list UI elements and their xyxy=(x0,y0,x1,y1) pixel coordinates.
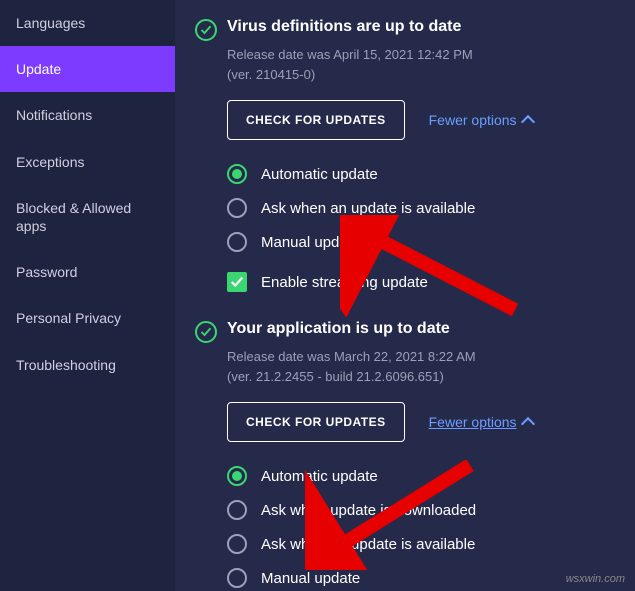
radio-label: Automatic update xyxy=(261,166,378,183)
virus-radio-list: Automatic update Ask when an update is a… xyxy=(227,164,611,252)
virus-section-header: Virus definitions are up to date xyxy=(195,18,611,41)
virus-radio-ask[interactable]: Ask when an update is available xyxy=(227,198,611,218)
radio-icon xyxy=(227,164,247,184)
app-version: (ver. 21.2.2455 - build 21.2.6096.651) xyxy=(227,367,611,387)
streaming-update-checkbox[interactable]: Enable streaming update xyxy=(227,272,611,292)
radio-label: Ask when an update is available xyxy=(261,536,475,553)
app-radio-ask-available[interactable]: Ask when an update is available xyxy=(227,534,611,554)
main-panel: Virus definitions are up to date Release… xyxy=(175,0,635,591)
watermark: wsxwin.com xyxy=(566,573,625,585)
virus-check-updates-button[interactable]: CHECK FOR UPDATES xyxy=(227,100,405,140)
app-section-title: Your application is up to date xyxy=(227,320,450,338)
radio-label: Manual update xyxy=(261,570,360,587)
radio-label: Automatic update xyxy=(261,468,378,485)
chevron-up-icon xyxy=(520,115,534,129)
sidebar-item-personal-privacy[interactable]: Personal Privacy xyxy=(0,295,175,341)
virus-action-row: CHECK FOR UPDATES Fewer options xyxy=(227,100,611,140)
app-section-header: Your application is up to date xyxy=(195,320,611,343)
sidebar: Languages Update Notifications Exception… xyxy=(0,0,175,591)
checkbox-icon xyxy=(227,272,247,292)
sidebar-item-update[interactable]: Update xyxy=(0,46,175,92)
app-section-sub: Release date was March 22, 2021 8:22 AM … xyxy=(227,347,611,386)
app-radio-list: Automatic update Ask when update is down… xyxy=(227,466,611,588)
app-release-date: Release date was March 22, 2021 8:22 AM xyxy=(227,347,611,367)
virus-fewer-options-link[interactable]: Fewer options xyxy=(429,112,533,128)
sidebar-item-troubleshooting[interactable]: Troubleshooting xyxy=(0,342,175,388)
virus-section-title: Virus definitions are up to date xyxy=(227,18,461,36)
virus-release-date: Release date was April 15, 2021 12:42 PM xyxy=(227,45,611,65)
options-link-label: Fewer options xyxy=(429,112,517,128)
sidebar-item-password[interactable]: Password xyxy=(0,249,175,295)
radio-label: Ask when an update is available xyxy=(261,200,475,217)
app-check-updates-button[interactable]: CHECK FOR UPDATES xyxy=(227,402,405,442)
radio-label: Ask when update is downloaded xyxy=(261,502,476,519)
check-circle-icon xyxy=(195,19,217,41)
sidebar-item-blocked-allowed[interactable]: Blocked & Allowed apps xyxy=(0,185,175,249)
chevron-up-icon xyxy=(520,417,534,431)
virus-section-sub: Release date was April 15, 2021 12:42 PM… xyxy=(227,45,611,84)
sidebar-item-languages[interactable]: Languages xyxy=(0,0,175,46)
radio-label: Manual update xyxy=(261,234,360,251)
app-radio-manual[interactable]: Manual update xyxy=(227,568,611,588)
app-fewer-options-link[interactable]: Fewer options xyxy=(429,414,533,430)
virus-version: (ver. 210415-0) xyxy=(227,65,611,85)
radio-icon xyxy=(227,534,247,554)
radio-icon xyxy=(227,232,247,252)
virus-radio-manual[interactable]: Manual update xyxy=(227,232,611,252)
virus-radio-automatic[interactable]: Automatic update xyxy=(227,164,611,184)
options-link-label: Fewer options xyxy=(429,414,517,430)
sidebar-item-exceptions[interactable]: Exceptions xyxy=(0,139,175,185)
app-radio-automatic[interactable]: Automatic update xyxy=(227,466,611,486)
app-action-row: CHECK FOR UPDATES Fewer options xyxy=(227,402,611,442)
radio-icon xyxy=(227,198,247,218)
sidebar-item-notifications[interactable]: Notifications xyxy=(0,92,175,138)
radio-icon xyxy=(227,568,247,588)
radio-icon xyxy=(227,466,247,486)
checkbox-label: Enable streaming update xyxy=(261,274,428,291)
check-circle-icon xyxy=(195,321,217,343)
app-radio-ask-downloaded[interactable]: Ask when update is downloaded xyxy=(227,500,611,520)
radio-icon xyxy=(227,500,247,520)
